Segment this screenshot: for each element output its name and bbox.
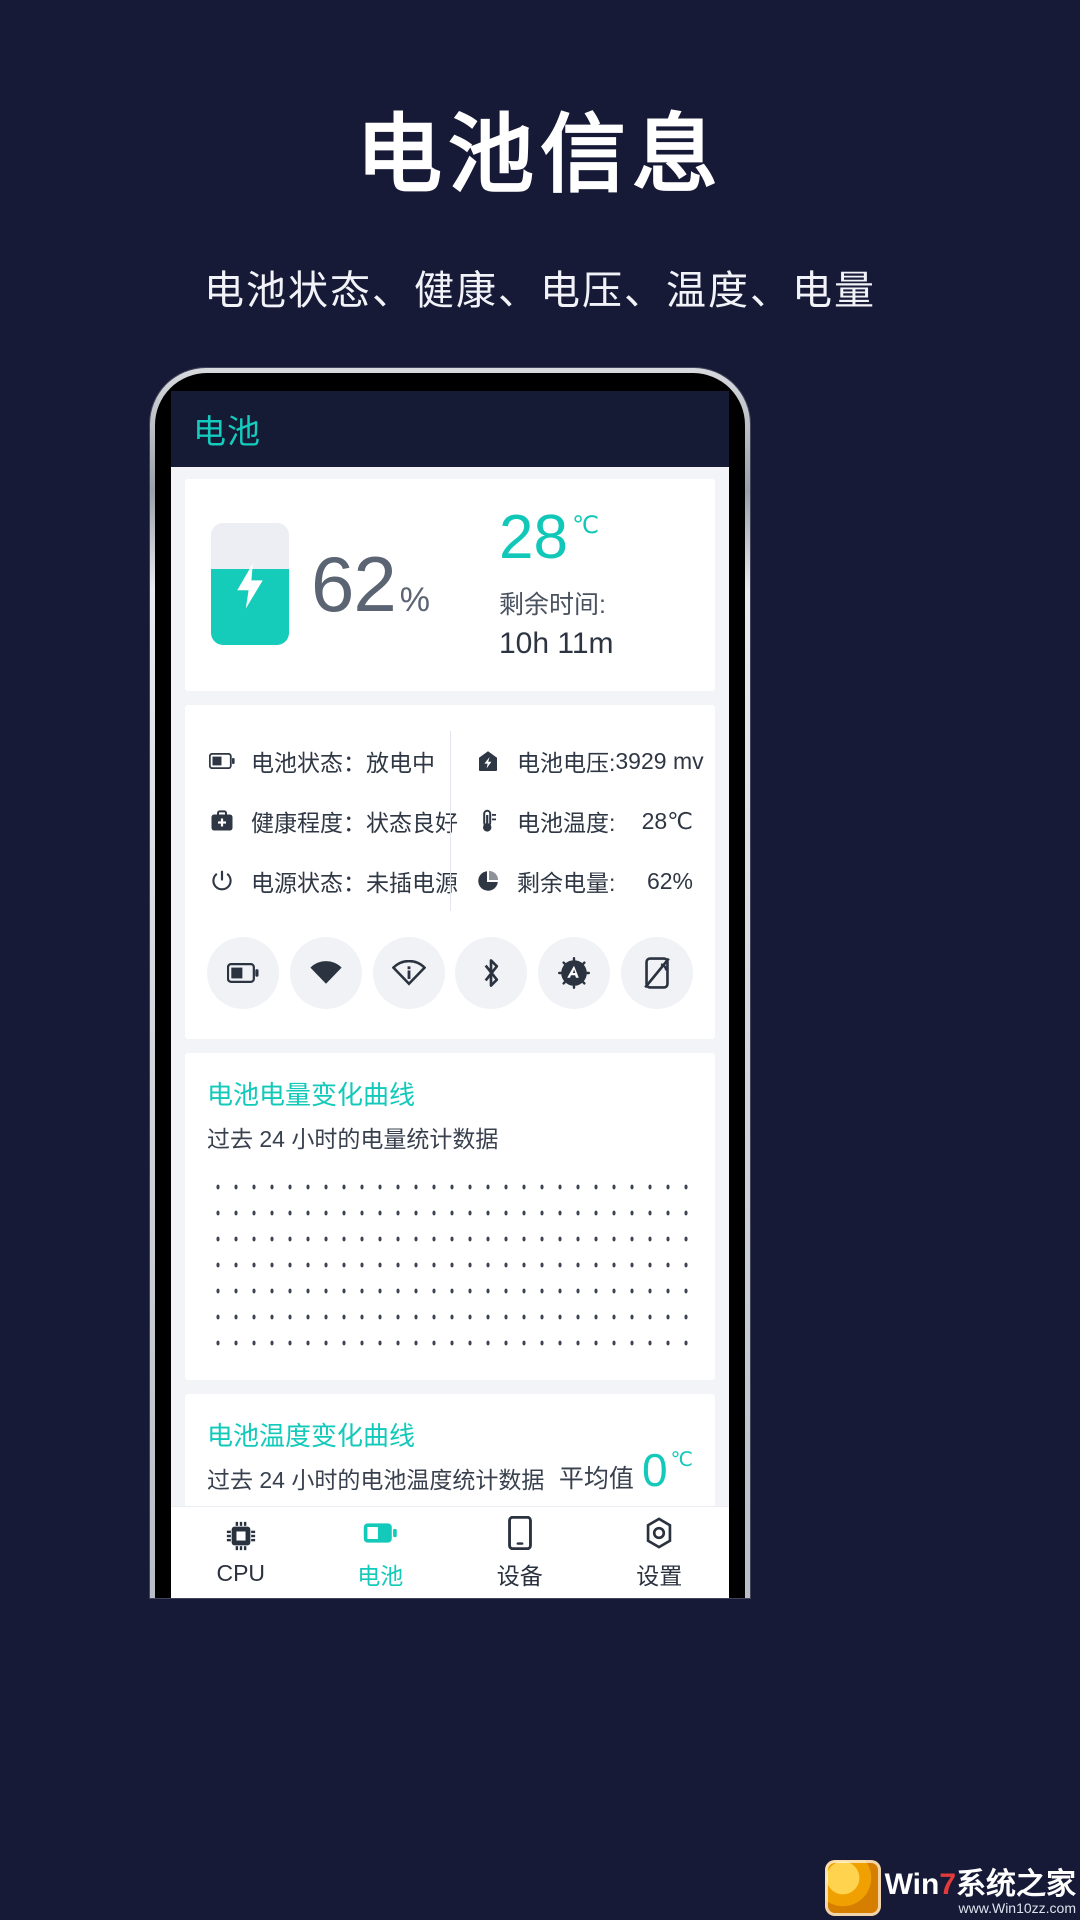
quick-toggle-strip	[185, 921, 715, 1039]
rotation-lock-icon[interactable]	[620, 937, 693, 1009]
temperature-value: 28	[499, 503, 568, 572]
settings-icon	[641, 1515, 677, 1551]
auto-brightness-icon[interactable]	[538, 937, 611, 1009]
detail-value: 未插电源	[366, 870, 458, 896]
battery-icon	[207, 746, 237, 776]
watermark: Win7系统之家 www.Win10zz.com	[824, 1860, 1076, 1916]
battery-level-chart-card: 电池电量变化曲线 过去 24 小时的电量统计数据	[185, 1053, 715, 1380]
watermark-logo-icon	[824, 1860, 881, 1916]
nav-item-settings[interactable]: 设置	[590, 1515, 730, 1591]
battery-temp-and-time: 28 ℃ 剩余时间: 10h 11m	[499, 507, 689, 661]
detail-label: 电源状态：	[251, 870, 366, 896]
battery-level-plot	[207, 1172, 693, 1362]
detail-value: 状态良好	[366, 810, 458, 836]
detail-row-battery-status: 电池状态： 放电中	[207, 731, 435, 791]
scroll-content[interactable]: 62 % 28 ℃ 剩余时间: 10h 11m 电池状态： 放电中 健康程度： …	[171, 467, 729, 1506]
wifi-info-icon[interactable]	[372, 937, 445, 1009]
plot-dot-grid	[207, 1172, 693, 1362]
detail-value: 3929 mv	[615, 747, 704, 774]
average-label: 平均值	[558, 1465, 634, 1493]
phone-screen: 电池 62 % 28 ℃ 剩余时间: 10h 11m 电池状态： 放电中 健康程…	[171, 391, 729, 1598]
detail-row-voltage: 电池电压: 3929 mv	[473, 731, 704, 791]
thermometer-icon	[473, 806, 503, 836]
details-column-right: 电池电压: 3929 mv 电池温度: 28℃ 剩余电量: 62%	[450, 731, 704, 911]
watermark-pre: Win	[884, 1868, 940, 1901]
nav-item-device[interactable]: 设备	[450, 1515, 590, 1591]
chart-title: 电池温度变化曲线	[207, 1421, 416, 1451]
detail-label: 电池状态：	[251, 750, 366, 776]
cpu-icon	[223, 1518, 259, 1554]
voltage-icon	[473, 746, 503, 776]
nav-label: 电池	[357, 1562, 404, 1589]
power-icon	[207, 866, 237, 896]
bluetooth-icon[interactable]	[455, 937, 528, 1009]
remaining-time-value: 10h 11m	[499, 627, 614, 660]
average-unit: ℃	[670, 1449, 693, 1471]
detail-value: 放电中	[366, 750, 435, 776]
device-icon	[502, 1515, 538, 1551]
battery-percent-symbol: %	[399, 580, 430, 619]
detail-label: 电池温度:	[517, 810, 616, 836]
chart-header: 电池电量变化曲线 过去 24 小时的电量统计数据	[207, 1075, 693, 1154]
battery-details: 电池状态： 放电中 健康程度： 状态良好 电源状态： 未插电源 电池电压: 39…	[185, 705, 715, 921]
chart-subtitle: 过去 24 小时的电量统计数据	[207, 1126, 499, 1152]
detail-row-temperature: 电池温度: 28℃	[473, 791, 693, 851]
average-value: 0	[641, 1444, 668, 1496]
battery-level-indicator	[211, 523, 289, 645]
temperature-readout: 28 ℃	[499, 507, 677, 569]
health-kit-icon	[207, 806, 237, 836]
app-bar: 电池	[171, 391, 729, 467]
nav-label: 设置	[636, 1562, 683, 1589]
wifi-icon[interactable]	[289, 937, 362, 1009]
battery-percent-value: 62	[311, 539, 397, 628]
chart-title: 电池电量变化曲线	[207, 1080, 416, 1110]
detail-label: 健康程度：	[251, 810, 366, 836]
chart-subtitle: 过去 24 小时的电池温度统计数据	[207, 1467, 545, 1493]
nav-item-cpu[interactable]: CPU	[171, 1518, 311, 1587]
watermark-num: 7	[939, 1868, 956, 1901]
detail-label: 剩余电量:	[517, 870, 616, 896]
nav-label: 设备	[496, 1562, 543, 1589]
watermark-subtext: www.Win10zz.com	[958, 1900, 1076, 1916]
charging-bolt-icon	[237, 563, 263, 610]
page-subtitle: 电池状态、健康、电压、温度、电量	[204, 269, 876, 313]
battery-details-card: 电池状态： 放电中 健康程度： 状态良好 电源状态： 未插电源 电池电压: 39…	[185, 705, 715, 1039]
detail-row-power-status: 电源状态： 未插电源	[207, 851, 458, 911]
detail-value: 28℃	[641, 807, 693, 834]
detail-row-remaining-capacity: 剩余电量: 62%	[473, 851, 693, 911]
app-bar-title: 电池	[193, 413, 261, 450]
pie-chart-icon	[473, 866, 503, 896]
battery-icon	[362, 1515, 398, 1551]
phone-bezel: 电池 62 % 28 ℃ 剩余时间: 10h 11m 电池状态： 放电中 健康程…	[155, 373, 745, 1598]
phone-mockup: 电池 62 % 28 ℃ 剩余时间: 10h 11m 电池状态： 放电中 健康程…	[150, 368, 750, 1598]
remaining-time-label: 剩余时间:	[499, 591, 606, 619]
watermark-post: 系统之家	[956, 1868, 1076, 1901]
battery-percent: 62 %	[311, 539, 430, 630]
detail-label: 电池电压:	[517, 750, 616, 776]
battery-temperature-chart-card: 电池温度变化曲线 过去 24 小时的电池温度统计数据 平均值 0 ℃	[185, 1394, 715, 1506]
nav-item-battery[interactable]: 电池	[311, 1515, 451, 1591]
battery-saver-icon[interactable]	[207, 937, 279, 1009]
battery-summary-card: 62 % 28 ℃ 剩余时间: 10h 11m	[185, 479, 715, 691]
chart-header: 电池温度变化曲线 过去 24 小时的电池温度统计数据 平均值 0 ℃	[207, 1416, 693, 1495]
average-readout: 平均值 0 ℃	[559, 1447, 693, 1495]
detail-value: 62%	[646, 867, 693, 894]
detail-row-health: 健康程度： 状态良好	[207, 791, 458, 851]
page-title: 电池信息	[356, 107, 724, 203]
nav-label: CPU	[216, 1560, 266, 1586]
details-column-left: 电池状态： 放电中 健康程度： 状态良好 电源状态： 未插电源	[207, 731, 458, 911]
watermark-text: Win7系统之家	[885, 1870, 1076, 1900]
temperature-unit: ℃	[571, 512, 599, 539]
bottom-navigation: CPU 电池 设备 设置	[171, 1506, 729, 1598]
